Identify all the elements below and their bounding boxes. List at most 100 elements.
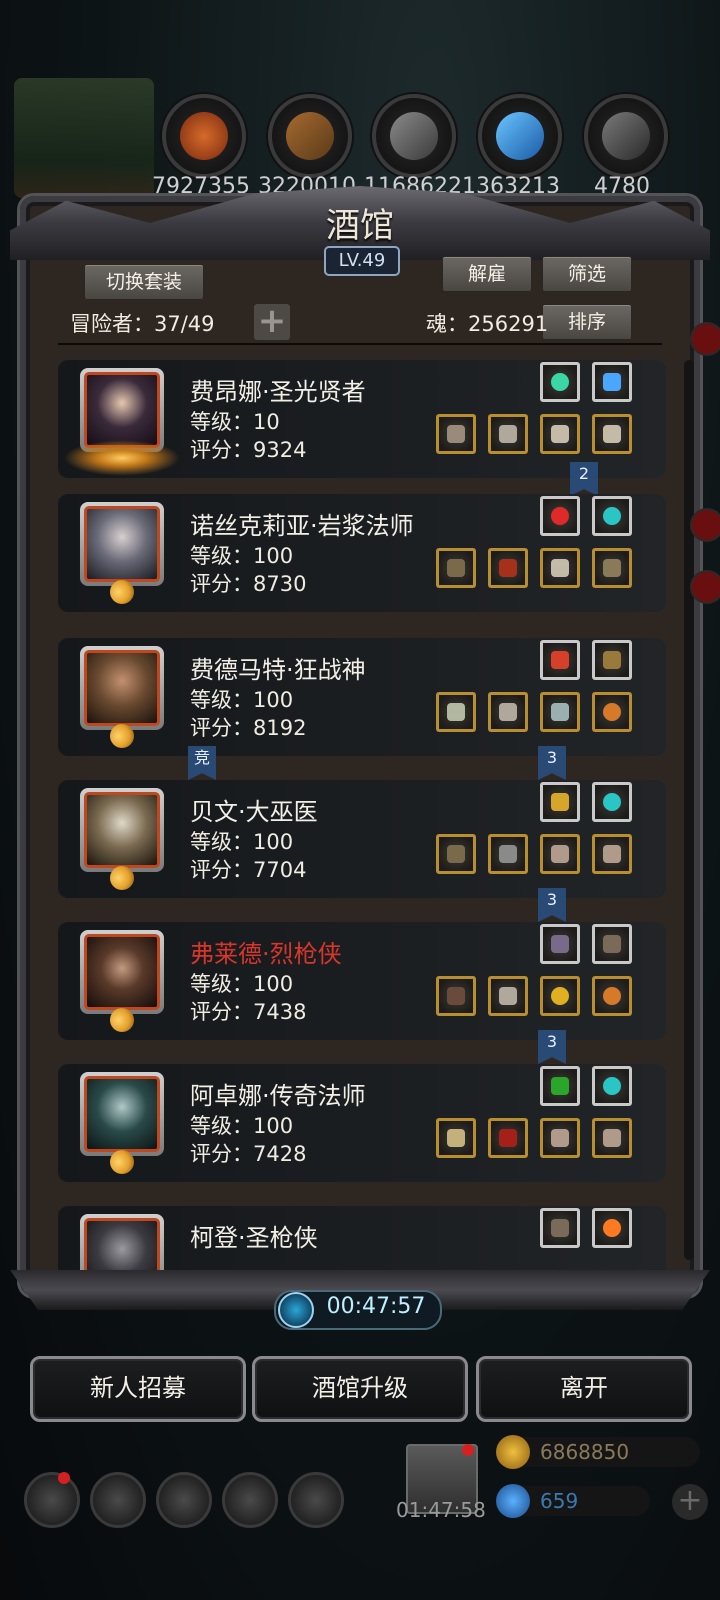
equip-slot[interactable] — [592, 640, 632, 680]
equip-slot[interactable] — [488, 548, 528, 588]
equip-slot[interactable] — [488, 414, 528, 454]
equip-slot[interactable] — [592, 924, 632, 964]
soul-count: 魂：256291 — [426, 312, 549, 336]
mail-icon[interactable] — [222, 1472, 278, 1528]
red-cloak-icon — [499, 1129, 517, 1147]
filter-button[interactable]: 筛选 — [542, 256, 632, 292]
switch-set-button[interactable]: 切换套装 — [84, 264, 204, 300]
resource-crystal[interactable] — [478, 94, 562, 178]
hero-level: 等级：100 — [190, 688, 294, 712]
equip-slot[interactable] — [540, 496, 580, 536]
equip-slot[interactable] — [540, 362, 580, 402]
equip-slot[interactable] — [488, 976, 528, 1016]
equip-slot[interactable] — [592, 782, 632, 822]
hero-card[interactable]: 阿卓娜·传奇法师 等级：100 评分：7428 — [58, 1064, 666, 1182]
equip-slot[interactable] — [540, 692, 580, 732]
equip-slot[interactable] — [540, 640, 580, 680]
upgrade-tavern-button[interactable]: 酒馆升级 — [252, 1356, 468, 1422]
hero-score: 评分：9324 — [190, 438, 307, 462]
equip-slot[interactable] — [592, 1066, 632, 1106]
side-tab[interactable] — [690, 508, 720, 542]
hero-portrait[interactable] — [80, 1214, 164, 1276]
equip-slot[interactable] — [436, 692, 476, 732]
bracer-icon — [551, 1129, 569, 1147]
castle-icon[interactable] — [156, 1472, 212, 1528]
resource-stone[interactable] — [372, 94, 456, 178]
gold-amount: 6868850 — [540, 1440, 630, 1464]
add-slot-button[interactable]: + — [254, 304, 290, 340]
leave-button[interactable]: 离开 — [476, 1356, 692, 1422]
add-currency-button[interactable]: + — [672, 1484, 708, 1520]
equip-slot[interactable] — [436, 414, 476, 454]
equip-slot[interactable] — [488, 692, 528, 732]
hero-card[interactable]: 柯登·圣枪侠 — [58, 1206, 666, 1276]
equip-slot[interactable] — [540, 924, 580, 964]
dismiss-button[interactable]: 解雇 — [442, 256, 532, 292]
equip-slot[interactable] — [436, 1118, 476, 1158]
chest-armor-icon — [499, 425, 517, 443]
equip-slot[interactable] — [436, 548, 476, 588]
equip-slot[interactable] — [592, 496, 632, 536]
island-thumbnail[interactable] — [14, 78, 154, 198]
equip-slot[interactable] — [540, 414, 580, 454]
star-icon[interactable] — [90, 1472, 146, 1528]
settings-icon[interactable] — [24, 1472, 80, 1528]
moon-icon — [110, 1008, 134, 1032]
equip-slot[interactable] — [592, 976, 632, 1016]
hero-name: 费昂娜·圣光贤者 — [190, 378, 366, 406]
hero-card[interactable]: 费德马特·狂战神 等级：100 评分：8192 — [58, 638, 666, 756]
hero-score: 评分：7428 — [190, 1142, 307, 1166]
hero-name: 弗莱德·烈枪侠 — [190, 940, 342, 968]
equip-slot[interactable] — [540, 1066, 580, 1106]
resource-wood[interactable] — [268, 94, 352, 178]
pistol-icon — [603, 935, 621, 953]
equip-slot[interactable] — [436, 976, 476, 1016]
equip-slot[interactable] — [540, 782, 580, 822]
equip-slot[interactable] — [540, 1208, 580, 1248]
hero-list[interactable]: 费昂娜·圣光贤者 等级：10 评分：9324 2 诺丝克莉亚·岩浆法师 等级：1… — [46, 350, 676, 1276]
equip-slot[interactable] — [592, 548, 632, 588]
hero-level: 等级：100 — [190, 1114, 294, 1138]
equip-slot[interactable] — [592, 834, 632, 874]
resource-meat[interactable] — [162, 94, 246, 178]
shield-emblem-icon — [551, 793, 569, 811]
adventurer-count: 冒险者：37/49 — [70, 312, 215, 336]
recruit-button[interactable]: 新人招募 — [30, 1356, 246, 1422]
moon-icon — [110, 1150, 134, 1174]
resource-iron[interactable] — [584, 94, 668, 178]
hero-level: 等级：100 — [190, 544, 294, 568]
hero-card[interactable]: 费昂娜·圣光贤者 等级：10 评分：9324 — [58, 360, 666, 478]
red-robe-icon — [499, 559, 517, 577]
equip-slot[interactable] — [540, 976, 580, 1016]
equip-slot[interactable] — [488, 1118, 528, 1158]
hero-name: 阿卓娜·传奇法师 — [190, 1082, 366, 1110]
hero-card[interactable]: 贝文·大巫医 等级：100 评分：7704 — [58, 780, 666, 898]
hero-portrait[interactable] — [80, 1072, 164, 1156]
guild-icon[interactable] — [288, 1472, 344, 1528]
equip-slot[interactable] — [592, 1118, 632, 1158]
sort-button[interactable]: 排序 — [542, 304, 632, 340]
side-tab[interactable] — [690, 570, 720, 604]
green-tome-icon — [551, 1077, 569, 1095]
equip-slot[interactable] — [592, 362, 632, 402]
equip-slot[interactable] — [540, 1118, 580, 1158]
equip-slot[interactable] — [436, 834, 476, 874]
hero-portrait[interactable] — [80, 646, 164, 730]
equip-slot[interactable] — [488, 834, 528, 874]
hero-card[interactable]: 弗莱德·烈枪侠 等级：100 评分：7438 — [58, 922, 666, 1040]
list-scrollbar[interactable] — [684, 360, 694, 1260]
hero-card[interactable]: 诺丝克莉亚·岩浆法师 等级：100 评分：8730 — [58, 494, 666, 612]
teal-gem-icon — [603, 793, 621, 811]
side-tab[interactable] — [690, 322, 720, 356]
gold-ring-icon — [551, 987, 569, 1005]
hero-portrait[interactable] — [80, 502, 164, 586]
bow-icon — [603, 559, 621, 577]
equip-slot[interactable] — [592, 414, 632, 454]
hero-portrait[interactable] — [80, 930, 164, 1014]
equip-slot[interactable] — [592, 692, 632, 732]
equip-slot[interactable] — [540, 548, 580, 588]
equip-slot[interactable] — [540, 834, 580, 874]
star-marker: 2 — [570, 462, 598, 496]
hero-portrait[interactable] — [80, 788, 164, 872]
equip-slot[interactable] — [592, 1208, 632, 1248]
